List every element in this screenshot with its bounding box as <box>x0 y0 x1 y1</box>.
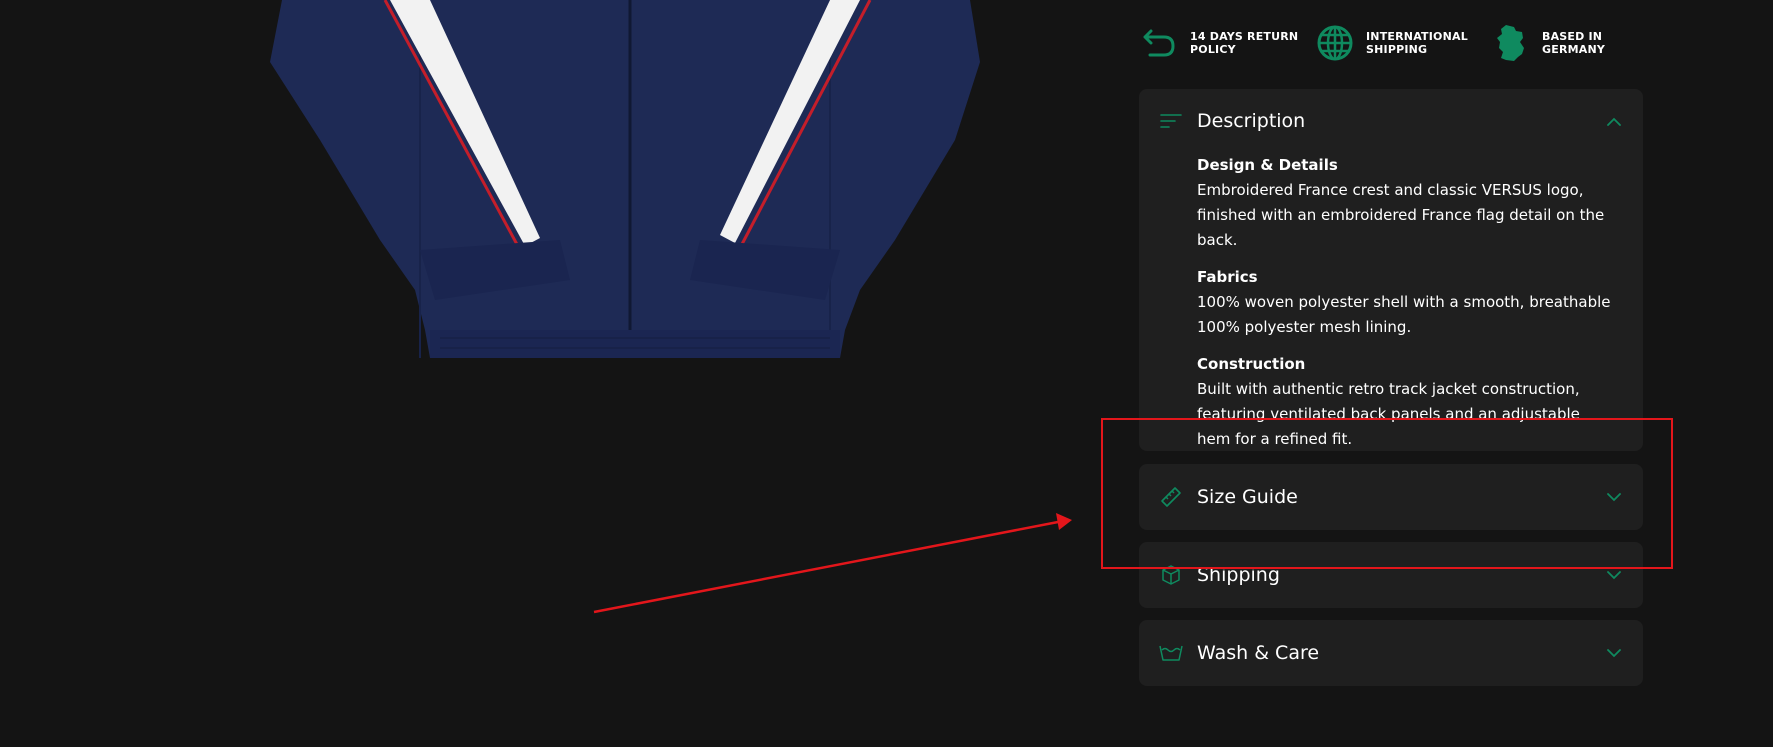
globe-icon <box>1314 22 1356 64</box>
trust-badges: 14 DAYS RETURN POLICY INTERNATIONAL SHIP… <box>1138 22 1648 64</box>
chevron-up-icon[interactable] <box>1605 112 1623 130</box>
badge-label: INTERNATIONAL SHIPPING <box>1366 30 1468 56</box>
annotation-highlight-box <box>1101 418 1673 569</box>
wash-basin-icon <box>1159 641 1183 665</box>
section-heading: Construction <box>1197 355 1306 373</box>
accordion-description: Description Design & Details Embroidered… <box>1139 89 1643 451</box>
section-heading: Design & Details <box>1197 156 1338 174</box>
description-section: Design & Details Embroidered France cres… <box>1197 153 1617 253</box>
chevron-down-icon[interactable] <box>1605 644 1623 662</box>
accordion-wash-care: Wash & Care <box>1139 620 1643 686</box>
accordion-title: Wash & Care <box>1197 642 1320 664</box>
badge-based-in-germany: BASED IN GERMANY <box>1490 22 1652 64</box>
accordion-description-content: Design & Details Embroidered France cres… <box>1139 153 1643 452</box>
section-text: 100% woven polyester shell with a smooth… <box>1197 293 1611 336</box>
return-arrow-icon <box>1138 22 1180 64</box>
accordion-wash-care-header[interactable]: Wash & Care <box>1139 620 1643 686</box>
product-image-jacket <box>270 0 990 370</box>
badge-label: BASED IN GERMANY <box>1542 30 1606 56</box>
section-text: Embroidered France crest and classic VER… <box>1197 181 1605 249</box>
badge-return-policy: 14 DAYS RETURN POLICY <box>1138 22 1300 64</box>
accordion-title: Description <box>1197 110 1306 132</box>
section-heading: Fabrics <box>1197 268 1258 286</box>
germany-map-icon <box>1490 22 1532 64</box>
description-section: Fabrics 100% woven polyester shell with … <box>1197 265 1617 340</box>
badge-label: 14 DAYS RETURN POLICY <box>1190 30 1299 56</box>
badge-international-shipping: INTERNATIONAL SHIPPING <box>1314 22 1476 64</box>
text-lines-icon <box>1159 109 1183 133</box>
accordion-description-header[interactable]: Description <box>1139 89 1643 153</box>
